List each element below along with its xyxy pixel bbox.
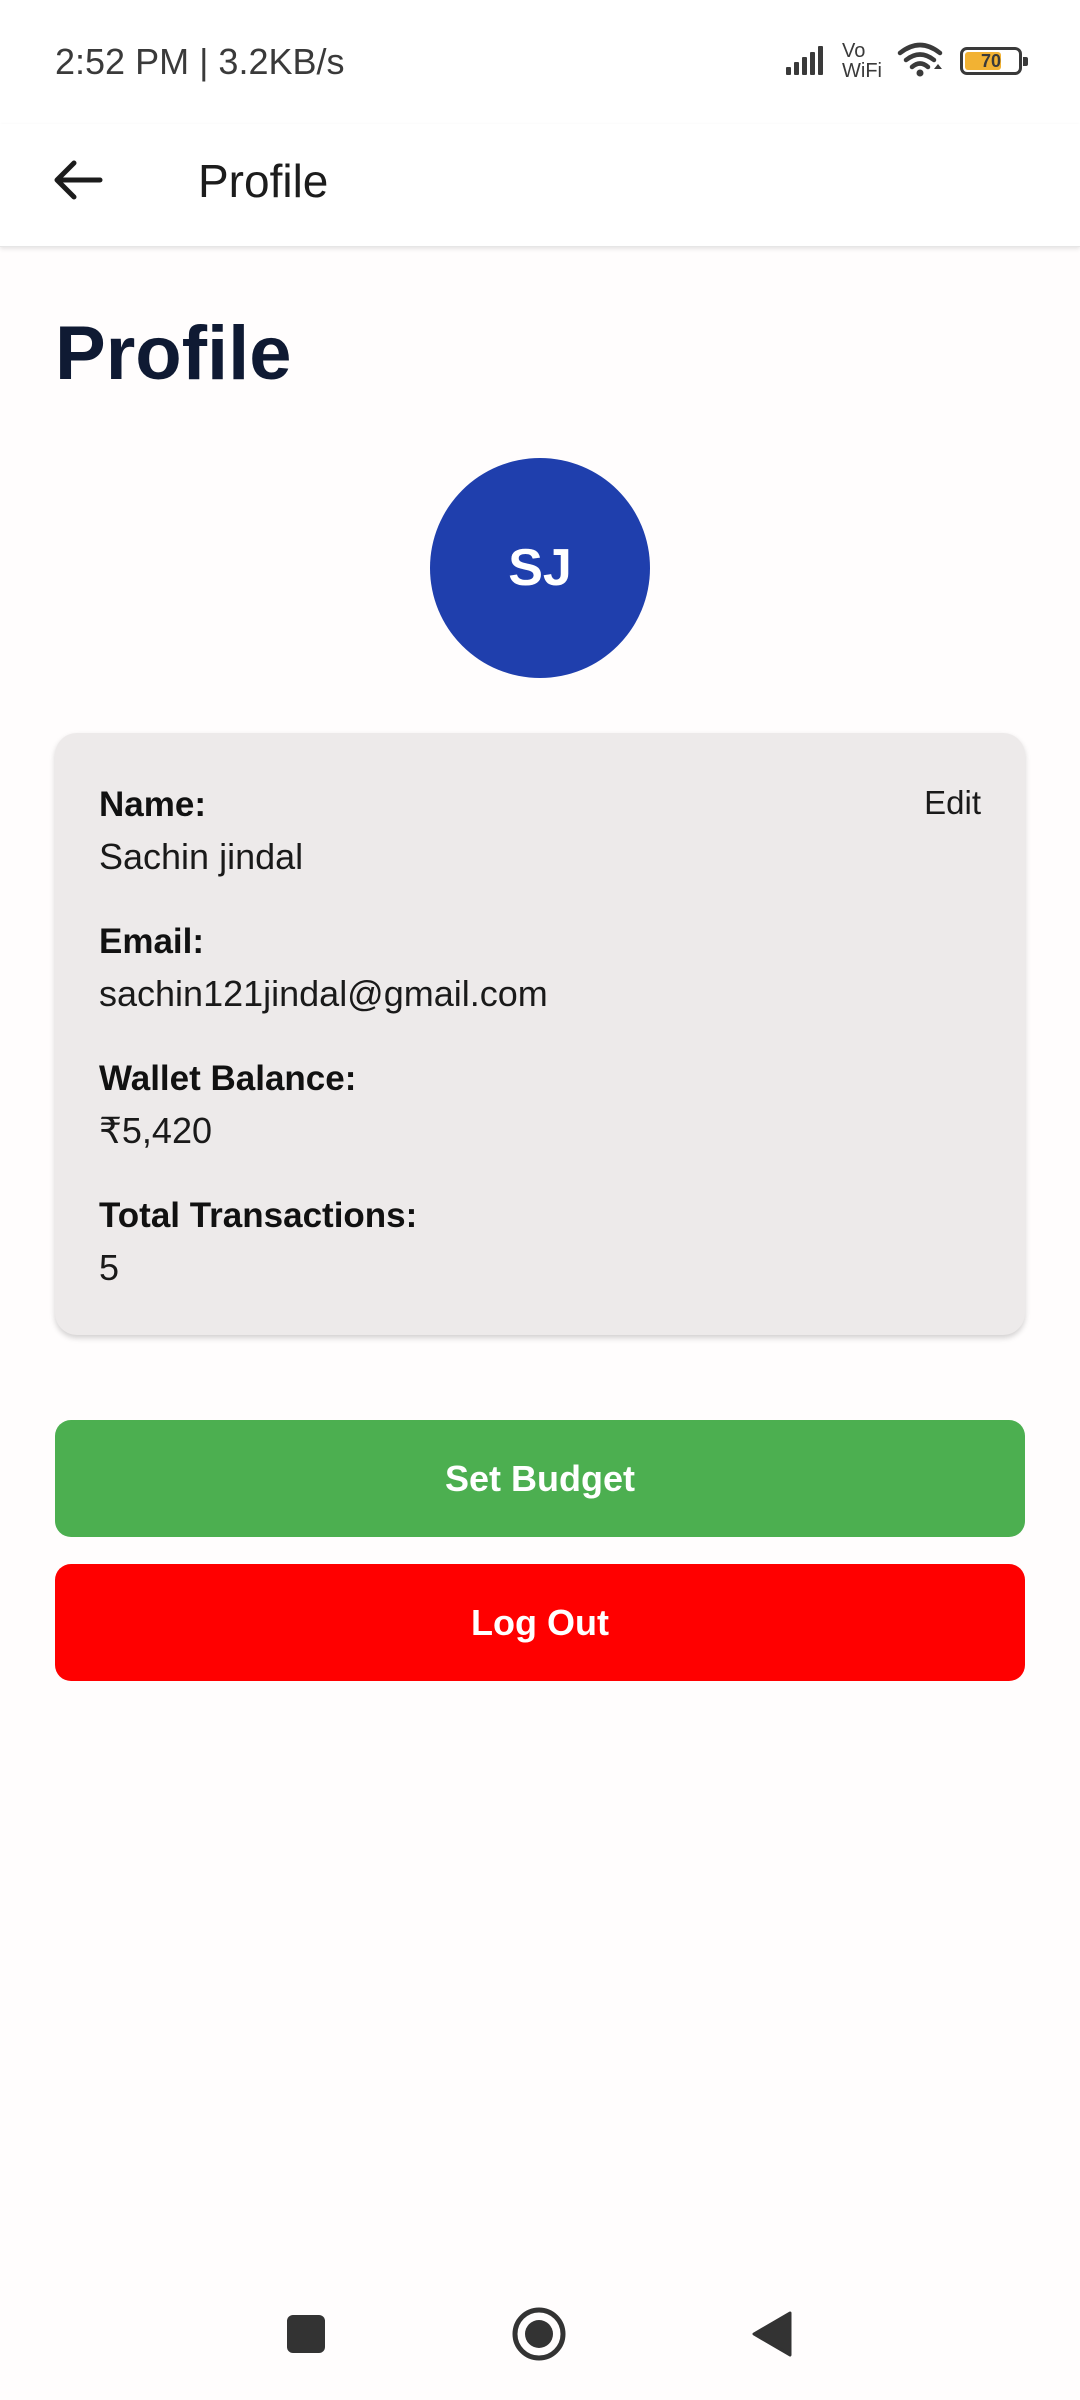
status-time: 2:52 PM | 3.2KB/s bbox=[55, 41, 345, 82]
name-label: Name: bbox=[99, 785, 206, 824]
vowifi-bottom-text: WiFi bbox=[842, 60, 882, 82]
wallet-balance-label: Wallet Balance: bbox=[99, 1059, 357, 1098]
vowifi-icon: Vo WiFi bbox=[842, 41, 886, 81]
home-circle-icon bbox=[511, 2306, 567, 2367]
status-icons: Vo WiFi 70 bbox=[784, 36, 1028, 86]
recents-button[interactable] bbox=[276, 2306, 336, 2366]
avatar: SJ bbox=[430, 458, 650, 678]
email-label: Email: bbox=[99, 922, 205, 961]
nav-back-button[interactable] bbox=[742, 2306, 802, 2366]
name-field: Name: Sachin jindal bbox=[99, 783, 303, 881]
app-bar: Profile bbox=[0, 124, 1080, 247]
edit-button[interactable]: Edit bbox=[924, 783, 981, 823]
email-field: Email: sachin121jindal@gmail.com bbox=[99, 920, 548, 1018]
total-transactions-field: Total Transactions: 5 bbox=[99, 1194, 417, 1292]
name-value: Sachin jindal bbox=[99, 836, 304, 877]
system-nav-bar bbox=[0, 2268, 1080, 2400]
recents-square-icon bbox=[286, 2314, 326, 2359]
back-triangle-icon bbox=[750, 2310, 794, 2363]
log-out-button[interactable]: Log Out bbox=[55, 1564, 1025, 1681]
signal-icon bbox=[784, 43, 832, 80]
home-button[interactable] bbox=[509, 2306, 569, 2366]
total-transactions-label: Total Transactions: bbox=[99, 1196, 418, 1235]
status-bar: 2:52 PM | 3.2KB/s Vo WiFi 70 bbox=[0, 0, 1080, 124]
back-button[interactable] bbox=[40, 144, 116, 220]
email-value: sachin121jindal@gmail.com bbox=[99, 973, 548, 1014]
page-title: Profile bbox=[55, 311, 292, 396]
battery-icon: 70 bbox=[960, 47, 1028, 75]
profile-info-card: Edit Name: Sachin jindal Email: sachin12… bbox=[55, 733, 1025, 1335]
battery-level-text: 70 bbox=[980, 51, 1002, 71]
vowifi-top-text: Vo bbox=[842, 40, 866, 62]
wifi-icon bbox=[896, 41, 944, 82]
wallet-balance-value: ₹5,420 bbox=[99, 1110, 212, 1151]
avatar-initials: SJ bbox=[508, 539, 572, 597]
wallet-balance-field: Wallet Balance: ₹5,420 bbox=[99, 1057, 356, 1155]
app-bar-title: Profile bbox=[198, 155, 329, 207]
arrow-left-icon bbox=[52, 158, 104, 207]
set-budget-button[interactable]: Set Budget bbox=[55, 1420, 1025, 1537]
total-transactions-value: 5 bbox=[99, 1247, 120, 1288]
